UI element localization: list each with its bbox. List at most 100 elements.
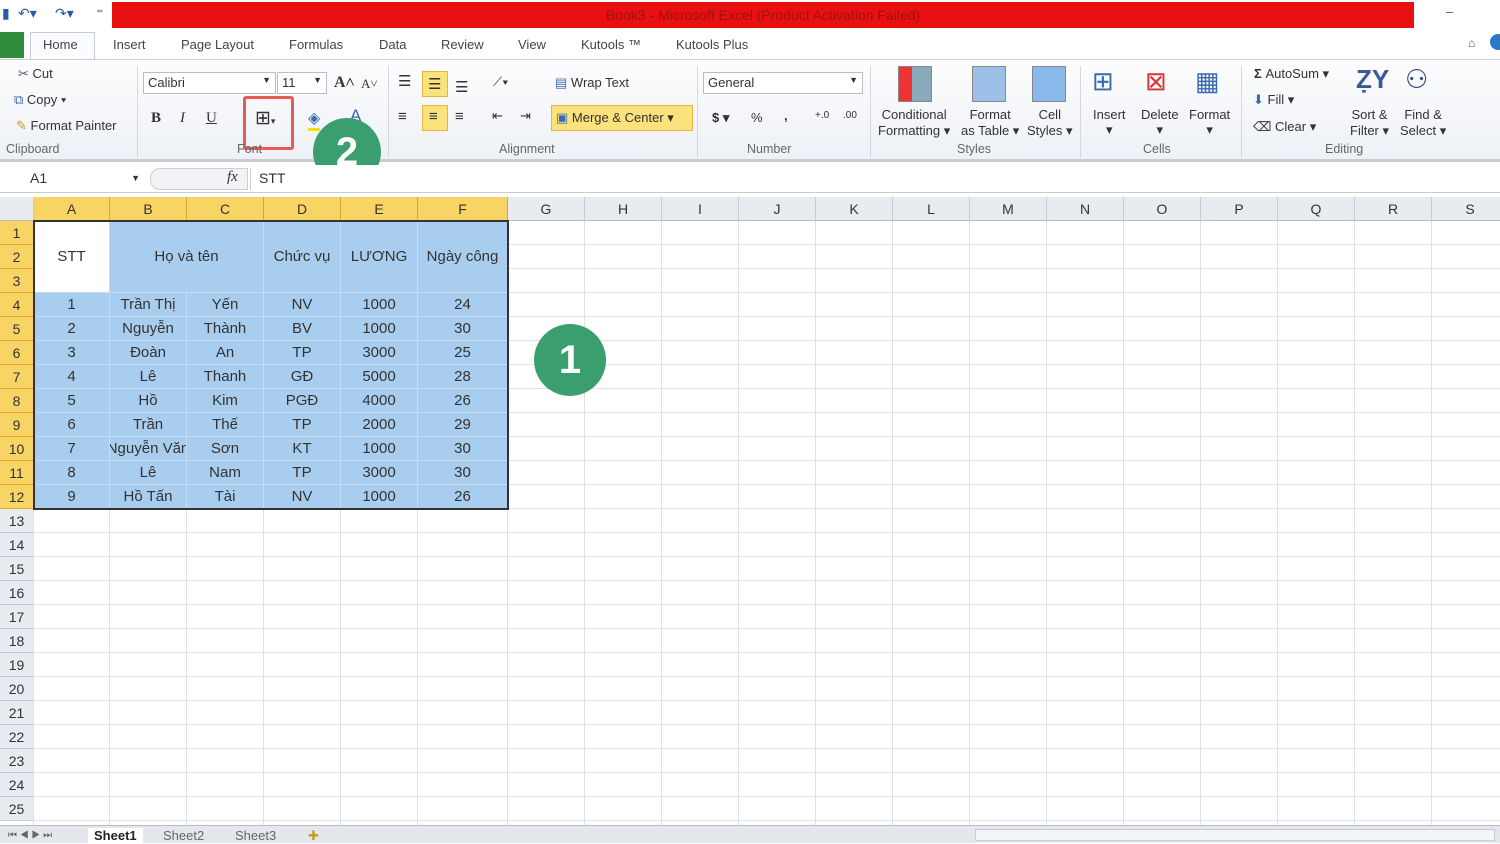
- column-header-M[interactable]: M: [970, 197, 1047, 221]
- redo-icon[interactable]: ↷▾: [55, 5, 74, 22]
- tab-insert[interactable]: Insert: [113, 37, 146, 52]
- cell[interactable]: 28: [418, 365, 508, 389]
- formula-input[interactable]: STT: [250, 168, 1500, 190]
- row-header-25[interactable]: 25: [0, 797, 34, 821]
- cell[interactable]: PGĐ: [264, 389, 341, 413]
- cell[interactable]: 30: [418, 437, 508, 461]
- cell[interactable]: 2: [34, 317, 110, 341]
- cell[interactable]: 24: [418, 293, 508, 317]
- orientation-icon[interactable]: ⟋▾: [493, 74, 508, 90]
- align-top-icon[interactable]: ☰: [398, 72, 411, 90]
- help-icon[interactable]: [1490, 34, 1500, 50]
- row-header-22[interactable]: 22: [0, 725, 34, 749]
- insert-sheet-icon[interactable]: ✚: [308, 828, 319, 844]
- cell[interactable]: An: [187, 341, 264, 365]
- wrap-text-button[interactable]: ▤ Wrap Text: [555, 75, 629, 91]
- sheet-tab-2[interactable]: Sheet2: [163, 828, 204, 843]
- tab-home[interactable]: Home: [43, 37, 78, 52]
- customize-qat-icon[interactable]: ⁼: [96, 5, 103, 22]
- column-header-O[interactable]: O: [1124, 197, 1201, 221]
- borders-button[interactable]: ⊞▾: [255, 107, 275, 130]
- shrink-font-icon[interactable]: A˅: [361, 76, 378, 92]
- cell[interactable]: 3: [34, 341, 110, 365]
- cell[interactable]: Sơn: [187, 437, 264, 461]
- file-tab[interactable]: [0, 32, 24, 58]
- minimize-button[interactable]: –: [1446, 4, 1453, 19]
- column-header-N[interactable]: N: [1047, 197, 1124, 221]
- sheet-tab-1[interactable]: Sheet1: [88, 828, 143, 843]
- cell[interactable]: NV: [264, 293, 341, 317]
- column-header-I[interactable]: I: [662, 197, 739, 221]
- column-header-G[interactable]: G: [508, 197, 585, 221]
- cell[interactable]: 25: [418, 341, 508, 365]
- cell[interactable]: 6: [34, 413, 110, 437]
- font-size-select[interactable]: 11 ▼: [277, 72, 327, 94]
- tab-formulas[interactable]: Formulas: [289, 37, 343, 52]
- format-cells-button[interactable]: Format ▾: [1189, 107, 1230, 138]
- format-as-table-button[interactable]: Format as Table ▾: [961, 107, 1019, 139]
- row-header-7[interactable]: 7: [0, 365, 34, 389]
- cell[interactable]: STT: [34, 221, 110, 293]
- row-header-18[interactable]: 18: [0, 629, 34, 653]
- row-header-17[interactable]: 17: [0, 605, 34, 629]
- cell[interactable]: Yến: [187, 293, 264, 317]
- row-header-21[interactable]: 21: [0, 701, 34, 725]
- name-box[interactable]: A1 ▼: [2, 168, 144, 190]
- row-header-9[interactable]: 9: [0, 413, 34, 437]
- tab-view[interactable]: View: [518, 37, 546, 52]
- tab-page-layout[interactable]: Page Layout: [181, 37, 254, 52]
- cut-button[interactable]: ✂ Cut: [18, 66, 53, 82]
- row-header-15[interactable]: 15: [0, 557, 34, 581]
- tab-kutools-[interactable]: Kutools ™: [581, 37, 641, 52]
- insert-cells-button[interactable]: Insert ▾: [1093, 107, 1126, 138]
- row-header-12[interactable]: 12: [0, 485, 34, 509]
- cell[interactable]: 1: [34, 293, 110, 317]
- font-name-select[interactable]: Calibri ▼: [143, 72, 276, 94]
- row-header-20[interactable]: 20: [0, 677, 34, 701]
- cell[interactable]: 3000: [341, 341, 418, 365]
- row-header-11[interactable]: 11: [0, 461, 34, 485]
- number-format-select[interactable]: General ▼: [703, 72, 863, 94]
- row-header-3[interactable]: 3: [0, 269, 34, 293]
- cell[interactable]: 1000: [341, 317, 418, 341]
- delete-cells-button[interactable]: Delete ▾: [1141, 107, 1179, 138]
- cell[interactable]: 30: [418, 317, 508, 341]
- cell[interactable]: 8: [34, 461, 110, 485]
- tab-kutools-plus[interactable]: Kutools Plus: [676, 37, 748, 52]
- cell[interactable]: 2000: [341, 413, 418, 437]
- cell[interactable]: Lê: [110, 461, 187, 485]
- sheet-nav-arrows[interactable]: ⏮ ◀ ▶ ⏭: [8, 830, 52, 841]
- cell[interactable]: Nguyễn Văn: [110, 437, 187, 461]
- row-header-23[interactable]: 23: [0, 749, 34, 773]
- row-header-10[interactable]: 10: [0, 437, 34, 461]
- cell[interactable]: Kim: [187, 389, 264, 413]
- sheet-tab-3[interactable]: Sheet3: [235, 828, 276, 843]
- cell[interactable]: TP: [264, 413, 341, 437]
- cell[interactable]: 26: [418, 485, 508, 509]
- select-all-corner[interactable]: [0, 197, 34, 221]
- cell[interactable]: NV: [264, 485, 341, 509]
- column-header-Q[interactable]: Q: [1278, 197, 1355, 221]
- cell[interactable]: Nguyễn: [110, 317, 187, 341]
- cell[interactable]: 29: [418, 413, 508, 437]
- cell[interactable]: Đoàn: [110, 341, 187, 365]
- merge-center-button[interactable]: ▣ Merge & Center ▾: [551, 105, 693, 131]
- italic-button[interactable]: I: [180, 110, 185, 127]
- copy-button[interactable]: ⧉ Copy ▾: [14, 92, 66, 108]
- column-header-B[interactable]: B: [110, 197, 187, 221]
- align-right-icon[interactable]: ≡: [455, 108, 464, 125]
- cell[interactable]: 7: [34, 437, 110, 461]
- row-header-2[interactable]: 2: [0, 245, 34, 269]
- cell[interactable]: 3000: [341, 461, 418, 485]
- column-header-F[interactable]: F: [418, 197, 508, 221]
- decrease-decimal-icon[interactable]: .00: [843, 110, 857, 121]
- row-header-8[interactable]: 8: [0, 389, 34, 413]
- cell[interactable]: Trần: [110, 413, 187, 437]
- column-header-H[interactable]: H: [585, 197, 662, 221]
- cell[interactable]: 26: [418, 389, 508, 413]
- cell[interactable]: Tài: [187, 485, 264, 509]
- cell[interactable]: GĐ: [264, 365, 341, 389]
- sort-filter-button[interactable]: Sort & Filter ▾: [1350, 107, 1389, 139]
- cell[interactable]: Nam: [187, 461, 264, 485]
- cell[interactable]: 1000: [341, 293, 418, 317]
